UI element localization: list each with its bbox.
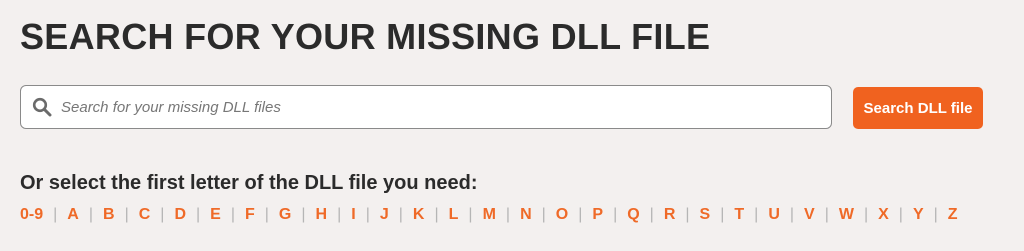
letter-link-a[interactable]: A [67, 206, 79, 224]
letter-link-q[interactable]: Q [627, 206, 639, 224]
letter-prompt: Or select the first letter of the DLL fi… [20, 172, 478, 194]
letter-link-s[interactable]: S [700, 206, 711, 224]
letter-link-u[interactable]: U [768, 206, 780, 224]
letter-separator: | [301, 206, 306, 223]
letter-link-0-9[interactable]: 0-9 [20, 206, 43, 224]
letter-link-v[interactable]: V [804, 206, 815, 224]
page-title: SEARCH FOR YOUR MISSING DLL FILE [20, 16, 711, 57]
letter-link-y[interactable]: Y [913, 206, 924, 224]
letter-link-f[interactable]: F [245, 206, 255, 224]
letter-separator: | [434, 206, 439, 223]
letter-separator: | [863, 206, 869, 223]
letter-separator: | [754, 206, 759, 223]
letter-separator: | [789, 206, 795, 223]
letter-link-n[interactable]: N [520, 206, 532, 224]
letter-separator: | [230, 206, 235, 223]
letter-separator: | [720, 206, 725, 223]
letter-separator: | [365, 206, 370, 223]
letter-separator: | [160, 206, 165, 223]
letter-separator: | [505, 206, 511, 223]
letter-link-t[interactable]: T [734, 206, 744, 224]
letter-separator: | [337, 206, 342, 223]
letter-separator: | [933, 206, 938, 223]
search-box[interactable] [20, 85, 832, 129]
letter-link-d[interactable]: D [174, 206, 186, 224]
letter-link-i[interactable]: I [351, 206, 355, 224]
letter-link-w[interactable]: W [839, 206, 854, 224]
letter-link-j[interactable]: J [380, 206, 389, 224]
letter-link-e[interactable]: E [210, 206, 221, 224]
letter-link-h[interactable]: H [316, 206, 328, 224]
letter-separator: | [685, 206, 690, 223]
search-icon [31, 96, 53, 118]
letter-link-k[interactable]: K [413, 206, 425, 224]
letter-link-x[interactable]: X [878, 206, 889, 224]
letter-link-m[interactable]: M [483, 206, 496, 224]
letter-separator: | [88, 206, 93, 223]
letter-separator: | [541, 206, 546, 223]
letter-link-l[interactable]: L [449, 206, 459, 224]
letter-link-z[interactable]: Z [948, 206, 958, 224]
letter-separator: | [898, 206, 903, 223]
letter-separator: | [264, 206, 269, 223]
letter-link-g[interactable]: G [279, 206, 291, 224]
letter-separator: | [613, 206, 618, 223]
letter-separator: | [124, 206, 129, 223]
letter-link-b[interactable]: B [103, 206, 115, 224]
page: SEARCH FOR YOUR MISSING DLL FILE Search … [0, 0, 1024, 251]
letter-separator: | [468, 206, 473, 223]
search-input[interactable] [59, 86, 831, 128]
letter-link-p[interactable]: P [592, 206, 603, 224]
search-dll-button[interactable]: Search DLL file [853, 87, 983, 129]
letter-index: 0-9 | A | B | C | D | E | F | G | H | I | J | K | L | M | N | O | P | Q | R |… [20, 206, 958, 224]
letter-separator: | [398, 206, 403, 223]
letter-link-c[interactable]: C [139, 206, 151, 224]
letter-separator: | [649, 206, 654, 223]
letter-separator: | [196, 206, 201, 223]
letter-link-o[interactable]: O [556, 206, 568, 224]
letter-separator: | [578, 206, 583, 223]
letter-separator: | [53, 206, 58, 223]
letter-separator: | [824, 206, 829, 223]
letter-link-r[interactable]: R [664, 206, 676, 224]
